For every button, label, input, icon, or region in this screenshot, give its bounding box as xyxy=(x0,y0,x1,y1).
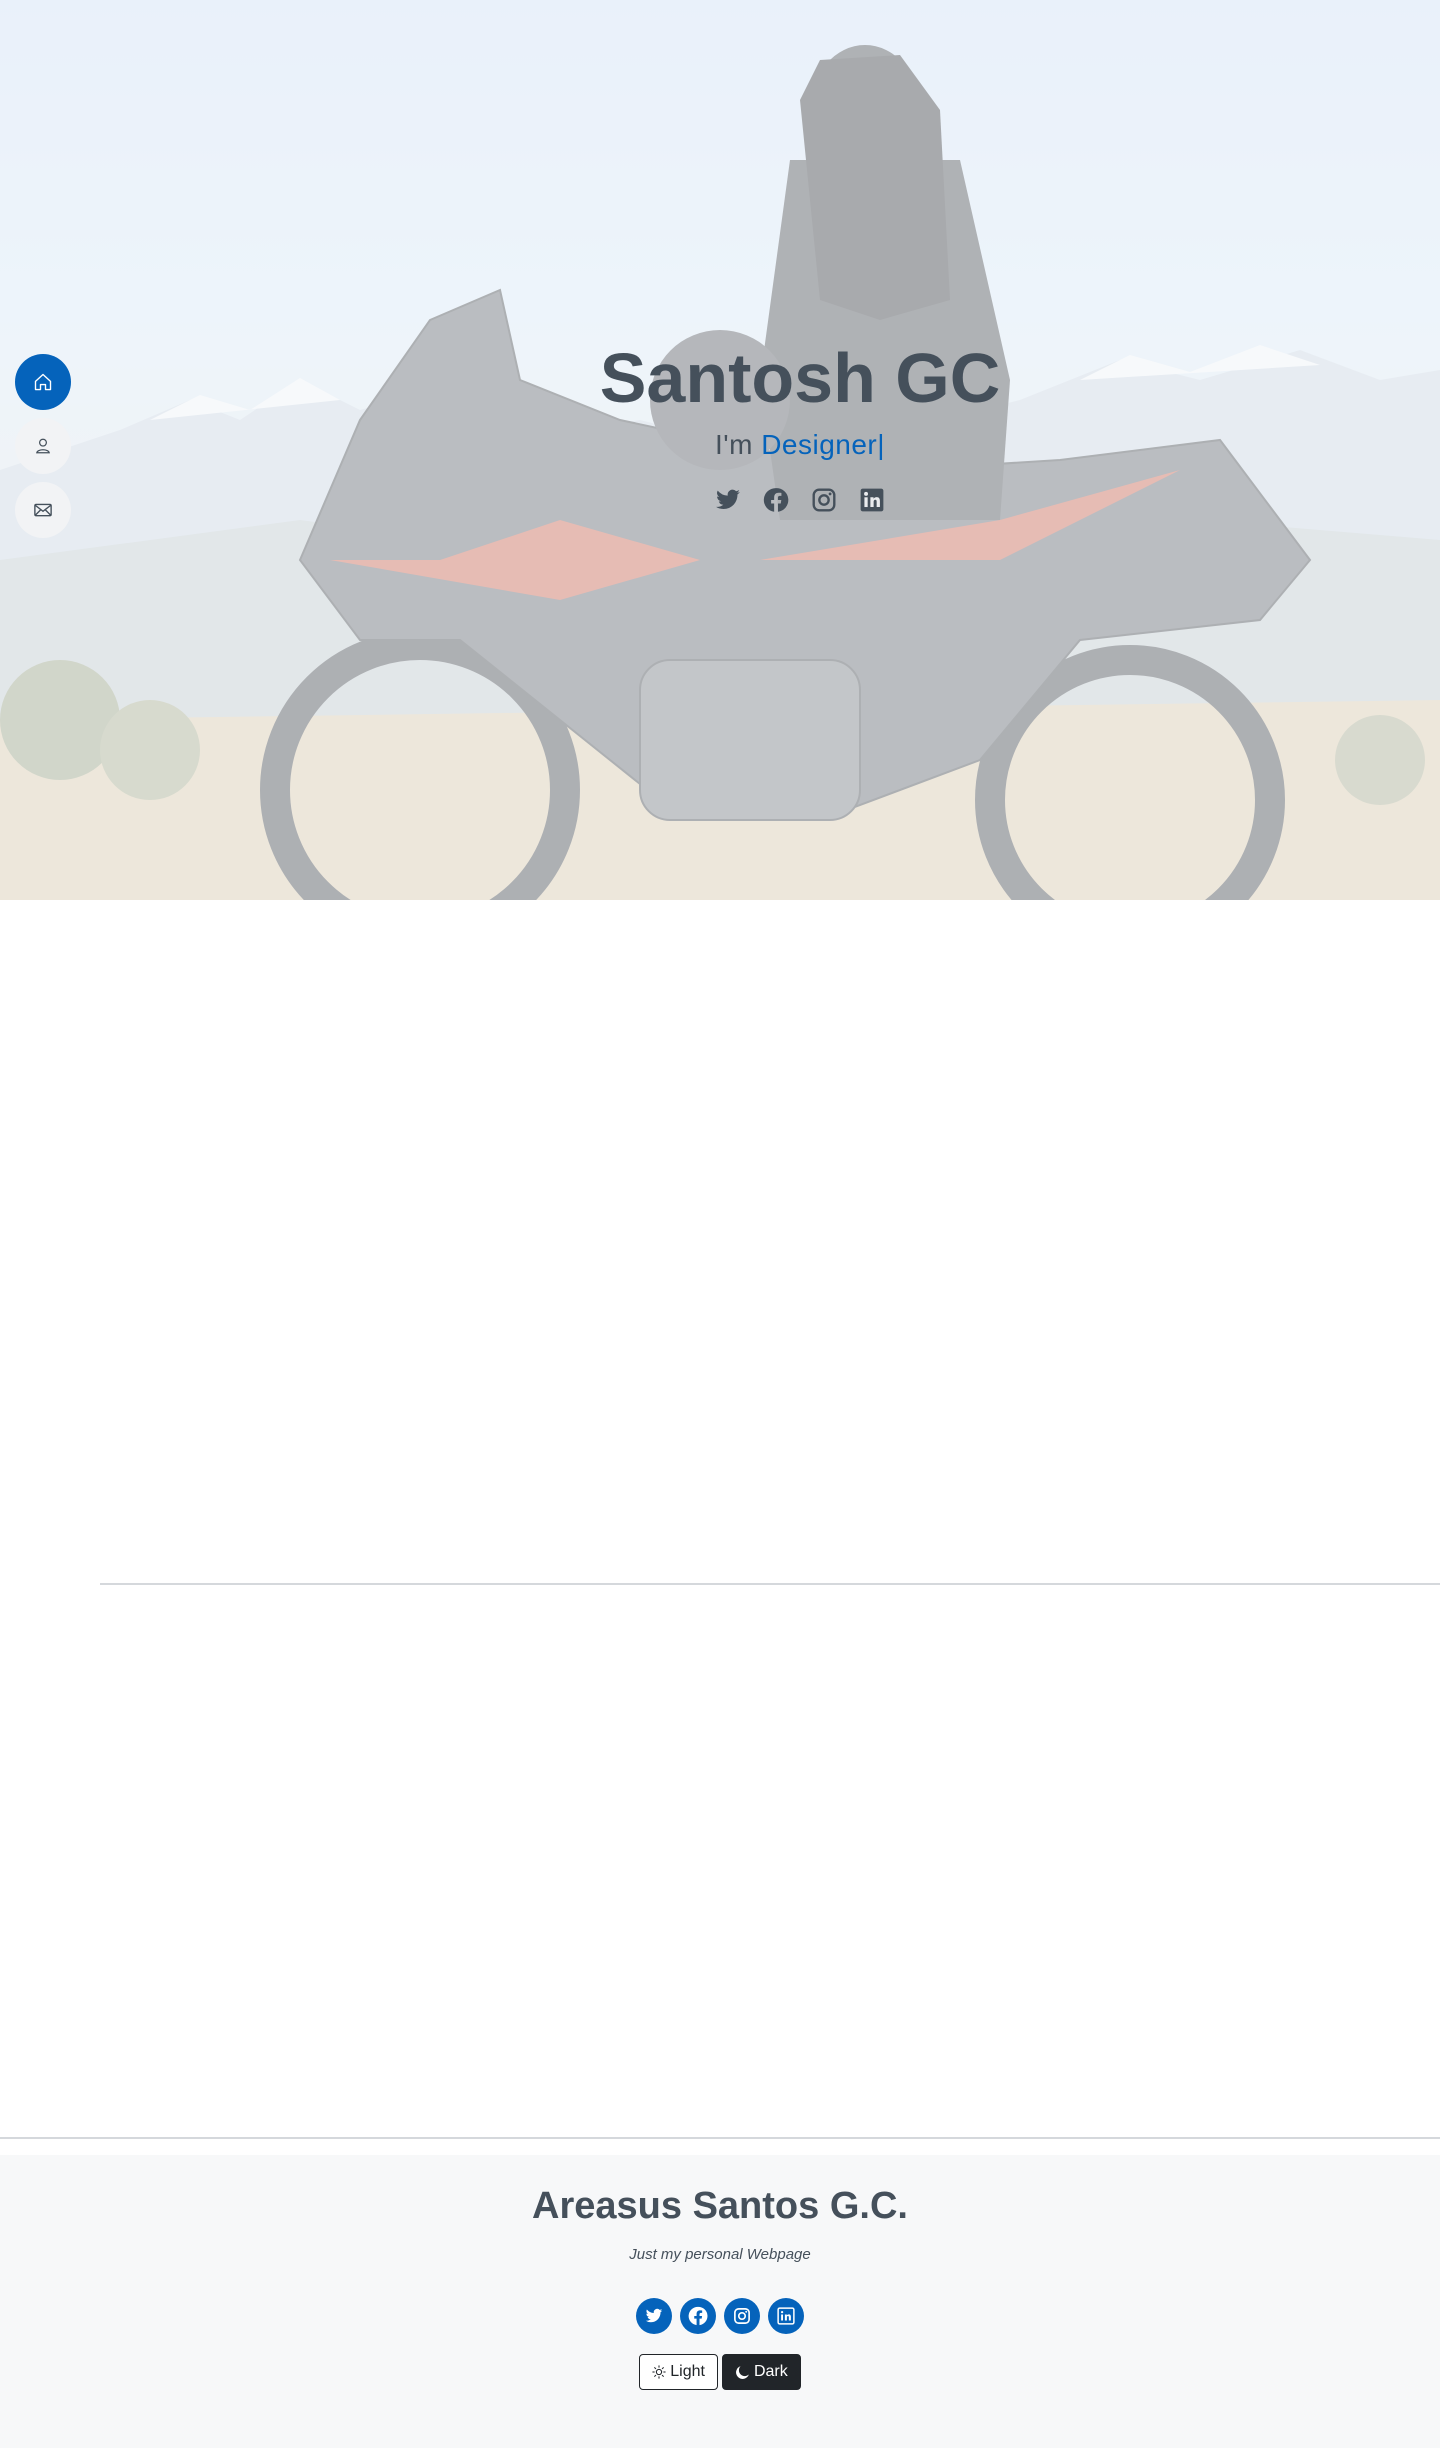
envelope-icon xyxy=(34,503,52,517)
linkedin-icon[interactable] xyxy=(859,487,885,513)
person-icon xyxy=(36,438,50,454)
hero-social-links xyxy=(0,487,1440,513)
section-divider xyxy=(100,1583,1440,1585)
theme-switcher: Light Dark xyxy=(0,2354,1440,2390)
nav-about-button[interactable] xyxy=(15,418,71,474)
footer-title: Areasus Santos G.C. xyxy=(532,2185,908,2227)
light-theme-button[interactable]: Light xyxy=(639,2354,718,2390)
house-icon xyxy=(34,373,52,391)
footer-linkedin-icon[interactable] xyxy=(768,2298,804,2334)
footer-twitter-icon[interactable] xyxy=(636,2298,672,2334)
hero-subtitle: I'm Designer| xyxy=(0,429,1440,461)
hero-content: Santosh GC I'm Designer| xyxy=(0,335,1440,513)
instagram-icon[interactable] xyxy=(811,487,837,513)
dark-label: Dark xyxy=(753,2363,788,2380)
twitter-icon[interactable] xyxy=(715,487,741,513)
footer-instagram-icon[interactable] xyxy=(724,2298,760,2334)
footer-social-links xyxy=(0,2298,1440,2334)
dark-theme-button[interactable]: Dark xyxy=(721,2354,801,2390)
hero-title: Santosh GC xyxy=(599,339,1001,417)
nav-contact-button[interactable] xyxy=(15,482,71,538)
sun-icon xyxy=(652,2365,666,2379)
light-label: Light xyxy=(670,2363,705,2380)
footer-divider xyxy=(0,2137,1440,2139)
footer-facebook-icon[interactable] xyxy=(680,2298,716,2334)
side-navigation xyxy=(15,354,71,538)
footer-tagline: Just my personal Webpage xyxy=(629,2246,811,2263)
typed-cursor: | xyxy=(877,429,886,460)
moon-icon xyxy=(736,2365,749,2379)
typed-role: Designer xyxy=(761,429,878,460)
hero-section: Santosh GC I'm Designer| xyxy=(0,0,1440,900)
nav-home-button[interactable] xyxy=(15,354,71,410)
footer: Areasus Santos G.C. Just my personal Web… xyxy=(0,2155,1440,2448)
facebook-icon[interactable] xyxy=(763,487,789,513)
subtitle-prefix: I'm xyxy=(714,429,762,460)
